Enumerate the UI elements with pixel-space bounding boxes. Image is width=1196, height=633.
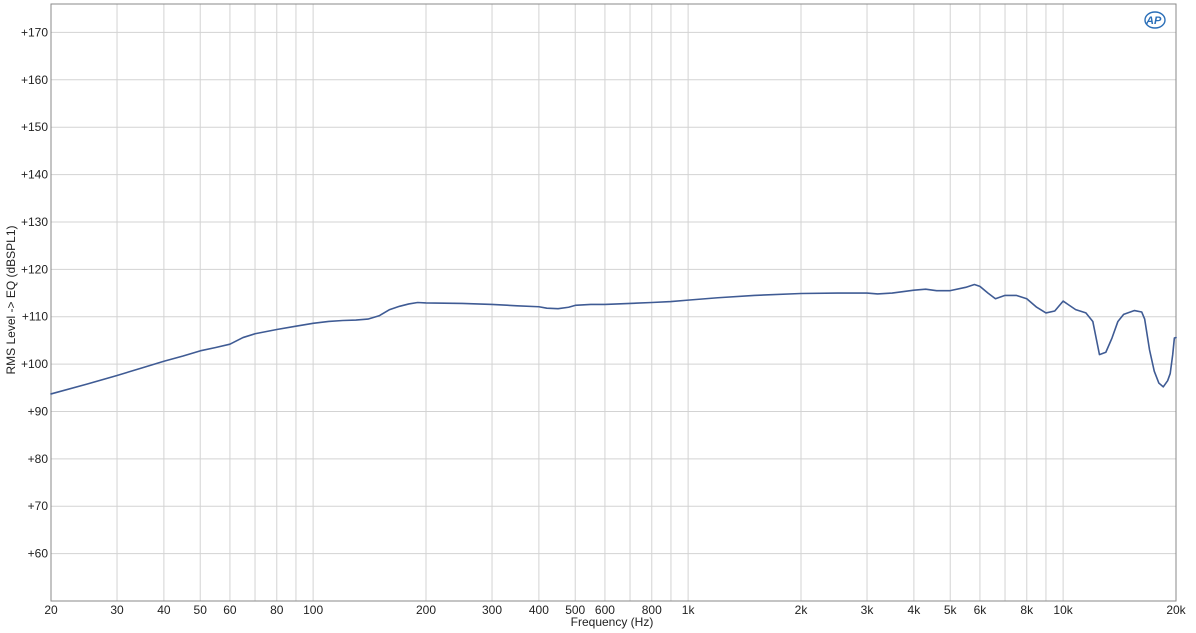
y-tick-label: +110 [22,310,48,324]
x-tick-label: 400 [529,603,549,617]
y-tick-label: +120 [21,262,48,276]
x-axis-label: Frequency (Hz) [571,615,654,629]
x-tick-label: 300 [482,603,502,617]
ap-logo-text: AP [1145,15,1162,27]
y-tick-label: +160 [21,73,48,87]
y-tick-label: +140 [21,168,48,182]
grid-layer [50,4,1177,601]
x-tick-label: 30 [110,603,124,617]
x-tick-label: 8k [1020,603,1034,617]
ap-logo: AP [1144,11,1166,29]
x-tick-label: 60 [223,603,237,617]
frequency-response-chart: 20 30 40 50 60 80 100 200 300 400 500 600 800 1k 2k 3k 4… [0,0,1196,633]
plot-frame [50,3,1177,602]
y-tick-label: +70 [28,499,49,513]
x-tick-label: 200 [416,603,436,617]
y-tick-label: +130 [21,215,48,229]
plot-border [50,3,1177,602]
x-tick-label: 5k [944,603,958,617]
series-layer [50,283,1177,395]
x-tick-label: 100 [303,603,323,617]
x-tick-label: 10k [1053,603,1073,617]
x-tick-label: 20 [44,603,58,617]
y-tick-label: +80 [28,452,49,466]
chart-svg: 20 30 40 50 60 80 100 200 300 400 500 600 800 1k 2k 3k 4… [4,3,1187,629]
x-tick-label: 80 [270,603,284,617]
x-tick-label: 50 [194,603,208,617]
tick-layer: 20 30 40 50 60 80 100 200 300 400 500 600 800 1k 2k 3k 4… [21,25,1187,617]
x-tick-label: 4k [908,603,922,617]
y-tick-label: +60 [28,547,49,561]
x-tick-label: 3k [861,603,875,617]
x-tick-label: 6k [974,603,988,617]
series-line-0 [50,283,1177,395]
y-tick-label: +150 [21,120,48,134]
y-axis-label: RMS Level -> EQ (dBSPL1) [4,225,18,374]
x-tick-label: 20k [1166,603,1186,617]
y-tick-label: +100 [21,357,48,371]
y-tick-label: +90 [28,404,49,418]
x-tick-label: 40 [157,603,171,617]
x-tick-label: 2k [795,603,809,617]
y-tick-label: +170 [21,25,48,39]
x-tick-label: 1k [682,603,696,617]
